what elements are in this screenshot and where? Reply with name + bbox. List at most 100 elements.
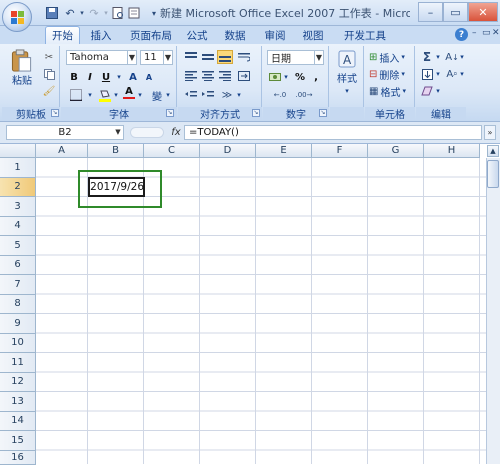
column-header-g[interactable]: G (368, 144, 424, 158)
autosum-dropdown-icon[interactable]: ▾ (434, 50, 442, 64)
align-top-icon[interactable] (183, 50, 199, 64)
tab-view[interactable]: 视图 (300, 26, 326, 44)
paste-button[interactable]: 粘贴 (8, 48, 36, 88)
find-dropdown-icon[interactable]: ▾ (458, 67, 466, 81)
office-button[interactable] (2, 2, 32, 32)
increase-indent-icon[interactable] (200, 88, 216, 102)
wrap-text-icon[interactable] (236, 50, 252, 64)
number-dialog-launcher[interactable]: ↘ (319, 109, 327, 117)
column-header-e[interactable]: E (256, 144, 312, 158)
scrollbar-thumb[interactable] (487, 160, 499, 188)
expand-formula-bar-icon[interactable]: » (484, 125, 496, 140)
tab-formulas[interactable]: 公式 (184, 26, 210, 44)
tab-review[interactable]: 审阅 (262, 26, 288, 44)
currency-icon[interactable] (268, 70, 282, 84)
borders-dropdown-icon[interactable]: ▾ (86, 88, 94, 102)
autosum-button[interactable]: Σ (420, 50, 434, 64)
column-header-b[interactable]: B (88, 144, 144, 158)
tab-page-layout[interactable]: 页面布局 (126, 26, 176, 44)
clear-icon[interactable] (420, 84, 434, 98)
number-format-select[interactable]: 日期 (267, 50, 315, 65)
merge-center-icon[interactable] (236, 69, 252, 83)
tab-developer[interactable]: 开发工具 (340, 26, 390, 44)
row-header-3[interactable]: 3 (0, 197, 36, 217)
align-middle-icon[interactable] (200, 50, 216, 64)
copy-icon[interactable] (42, 67, 56, 81)
row-header-9[interactable]: 9 (0, 314, 36, 334)
close-button[interactable]: ✕ (468, 2, 498, 22)
orientation-dropdown-icon[interactable]: ▾ (235, 88, 243, 102)
restore-icon[interactable]: ▭ (482, 28, 491, 41)
insert-cells-button[interactable]: ⊞ 插入 ▾ (368, 50, 412, 65)
clipboard-dialog-launcher[interactable]: ↘ (51, 109, 59, 117)
font-size-select[interactable]: 11 (140, 50, 164, 65)
phonetic-dropdown-icon[interactable]: ▾ (164, 88, 172, 102)
help-icon[interactable]: ? (455, 28, 468, 41)
row-header-15[interactable]: 15 (0, 431, 36, 451)
vertical-scrollbar[interactable] (486, 158, 500, 464)
orientation-icon[interactable]: ≫ (219, 88, 235, 102)
row-header-8[interactable]: 8 (0, 294, 36, 314)
tab-data[interactable]: 数据 (222, 26, 248, 44)
font-dialog-launcher[interactable]: ↘ (166, 109, 174, 117)
decrease-decimal-icon[interactable]: .00→ (294, 88, 314, 102)
select-all-button[interactable] (0, 144, 36, 158)
styles-button[interactable]: A 样式 ▾ (333, 48, 361, 96)
format-painter-icon[interactable]: 🖌 (42, 84, 56, 98)
percent-button[interactable]: % (293, 70, 307, 84)
column-header-h[interactable]: H (424, 144, 480, 158)
name-box[interactable]: B2 (6, 125, 124, 140)
row-header-2[interactable]: 2 (0, 177, 36, 197)
row-header-13[interactable]: 13 (0, 392, 36, 412)
row-header-11[interactable]: 11 (0, 353, 36, 373)
column-header-d[interactable]: D (200, 144, 256, 158)
underline-button[interactable]: U (99, 70, 113, 84)
open-icon[interactable] (126, 5, 142, 21)
row-header-7[interactable]: 7 (0, 275, 36, 295)
maximize-button[interactable]: ▭ (443, 2, 468, 22)
bold-button[interactable]: B (67, 70, 81, 84)
font-family-select[interactable]: Tahoma (66, 50, 128, 65)
row-header-12[interactable]: 12 (0, 372, 36, 392)
print-preview-icon[interactable] (110, 5, 126, 21)
underline-dropdown-icon[interactable]: ▾ (115, 70, 123, 84)
cut-icon[interactable]: ✂ (42, 50, 56, 64)
name-box-dropdown-icon[interactable]: ▼ (114, 127, 122, 137)
column-header-a[interactable]: A (36, 144, 88, 158)
row-header-6[interactable]: 6 (0, 255, 36, 275)
borders-icon[interactable] (67, 88, 85, 102)
workbook-close-icon[interactable]: ✕ (492, 28, 500, 41)
italic-button[interactable]: I (83, 70, 97, 84)
minimize-ribbon-icon[interactable]: – (472, 28, 480, 41)
align-center-icon[interactable] (200, 69, 216, 83)
format-cells-button[interactable]: ▦ 格式 ▾ (368, 84, 412, 99)
tab-insert[interactable]: 插入 (88, 26, 114, 44)
font-color-dropdown-icon[interactable]: ▾ (136, 88, 144, 102)
font-color-button[interactable]: A (122, 86, 136, 100)
fill-color-icon[interactable] (98, 88, 112, 102)
column-header-c[interactable]: C (144, 144, 200, 158)
grow-font-button[interactable]: A (126, 70, 140, 84)
fill-dropdown-icon[interactable]: ▾ (434, 67, 442, 81)
fill-color-dropdown-icon[interactable]: ▾ (112, 88, 120, 102)
row-header-10[interactable]: 10 (0, 333, 36, 353)
delete-cells-button[interactable]: ⊟ 删除 ▾ (368, 67, 412, 82)
decrease-indent-icon[interactable] (183, 88, 199, 102)
number-format-dropdown-icon[interactable]: ▼ (314, 50, 324, 65)
clear-dropdown-icon[interactable]: ▾ (434, 84, 442, 98)
comma-button[interactable]: , (309, 70, 323, 84)
sort-dropdown-icon[interactable]: ▾ (458, 50, 466, 64)
row-header-14[interactable]: 14 (0, 411, 36, 431)
font-family-dropdown-icon[interactable]: ▼ (127, 50, 137, 65)
row-header-1[interactable]: 1 (0, 158, 36, 178)
alignment-dialog-launcher[interactable]: ↘ (252, 109, 260, 117)
minimize-button[interactable]: – (418, 2, 443, 22)
row-header-5[interactable]: 5 (0, 236, 36, 256)
scroll-up-icon[interactable]: ▲ (487, 145, 499, 157)
column-header-f[interactable]: F (312, 144, 368, 158)
shrink-font-icon[interactable]: A (142, 70, 156, 84)
tab-home[interactable]: 开始 (45, 26, 80, 44)
phonetic-button[interactable]: 變 (150, 88, 164, 103)
insert-function-button[interactable]: fx (170, 125, 182, 140)
font-size-dropdown-icon[interactable]: ▼ (163, 50, 173, 65)
